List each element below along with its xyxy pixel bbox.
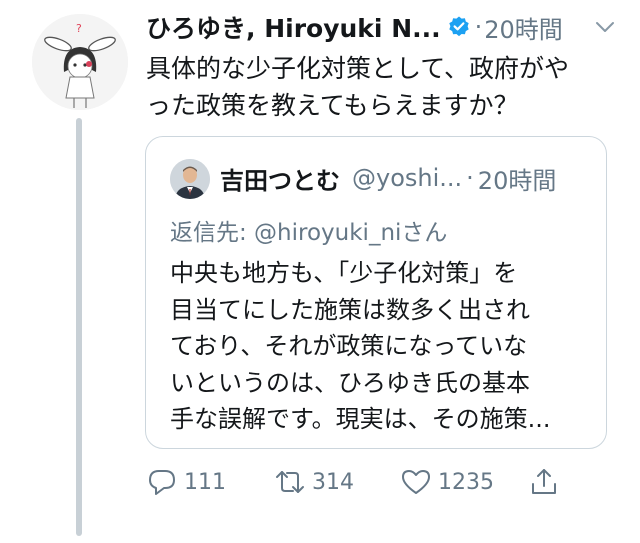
- thread-line: [76, 118, 82, 536]
- verified-badge-icon: [448, 16, 469, 37]
- quoted-text-line: 目当てにした施策は数多く出され: [170, 295, 530, 324]
- quoted-avatar-photo: [170, 159, 210, 199]
- retweet-button[interactable]: 314: [274, 462, 354, 502]
- reply-button[interactable]: 111: [146, 462, 226, 502]
- quoted-tweet-text: 中央も地方も、「少子化対策」を 目当てにした施策は数多く出され ており、それが政…: [170, 255, 580, 438]
- tweet-actions: 111 314 1235: [146, 462, 576, 502]
- retweet-icon: [276, 471, 304, 493]
- author-name[interactable]: ひろゆき, Hiroyuki N...: [146, 9, 441, 45]
- svg-text:?: ?: [76, 22, 82, 35]
- share-icon: [532, 469, 556, 494]
- tweet-text-line: 具体的な少子化対策として、政府がや: [146, 54, 570, 83]
- quoted-text-line: いというのは、ひろゆき氏の基本: [170, 368, 530, 397]
- header-separator: ·: [474, 13, 483, 41]
- quoted-text-line: ており、それが政策になっていな: [170, 332, 528, 360]
- quoted-author-name[interactable]: 吉田つとむ: [220, 161, 340, 196]
- like-icon: [402, 470, 430, 494]
- reply-to-label: 返信先: @hiroyuki_niさん: [170, 220, 448, 246]
- quoted-tweet-timestamp[interactable]: 20時間: [478, 161, 557, 196]
- avatar-illustration: ?: [32, 14, 128, 110]
- quoted-tweet-header: 吉田つとむ @yoshi... · 20時間: [220, 161, 600, 195]
- quoted-author-avatar[interactable]: [170, 159, 210, 199]
- author-avatar[interactable]: ?: [32, 14, 128, 110]
- share-button[interactable]: [528, 462, 560, 502]
- like-button[interactable]: 1235: [400, 462, 494, 502]
- reply-icon: [149, 470, 175, 495]
- retweet-count: 314: [312, 469, 354, 495]
- quoted-header-separator: ·: [466, 164, 474, 192]
- reply-count: 111: [184, 469, 226, 495]
- quoted-author-handle[interactable]: @yoshi...: [352, 164, 462, 192]
- tweet-text: 具体的な少子化対策として、政府がや った政策を教えてもらえますか？: [146, 50, 616, 124]
- tweet-text-line: った政策を教えてもらえますか？: [146, 91, 519, 120]
- quoted-text-line: 手な誤解です。現実は、その施策...: [170, 405, 551, 433]
- tweet[interactable]: ? ひろゆき, Hiroyuki N... · 20時間 具体的な少子化対策とし…: [0, 0, 640, 543]
- quoted-tweet[interactable]: 吉田つとむ @yoshi... · 20時間 返信先: @hiroyuki_ni…: [145, 136, 607, 449]
- caret-down-icon[interactable]: [594, 16, 616, 38]
- quoted-text-line: 中央も地方も、「少子化対策」を: [170, 259, 518, 287]
- like-count: 1235: [438, 469, 494, 495]
- tweet-timestamp[interactable]: 20時間: [484, 10, 563, 45]
- tweet-header: ひろゆき, Hiroyuki N... · 20時間: [146, 10, 616, 44]
